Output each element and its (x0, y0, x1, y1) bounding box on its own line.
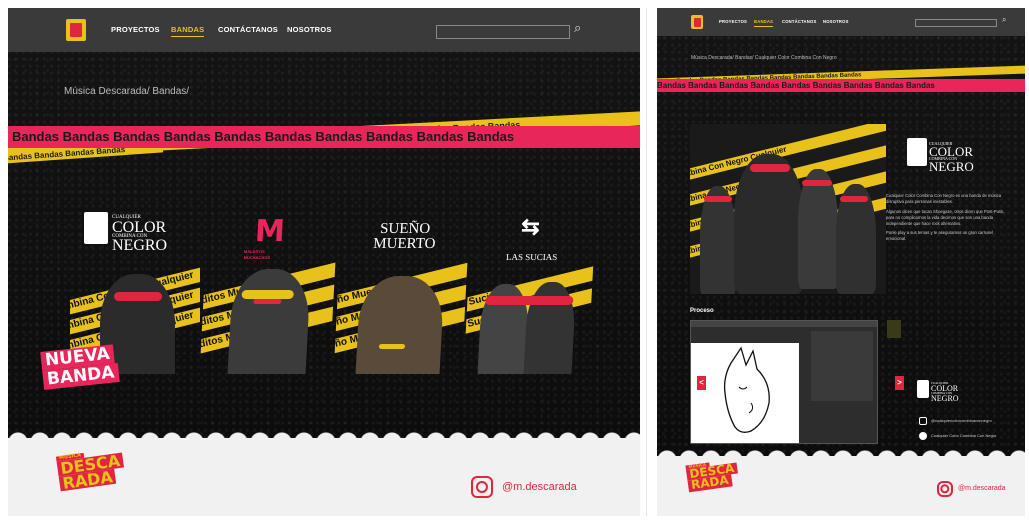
instagram-icon[interactable] (919, 417, 927, 425)
band-logo-line: MUERTO (372, 236, 436, 252)
footer: MÚSICA DESCA RADA @m.descarada (8, 428, 640, 516)
band-logo-line: NEGRO (112, 237, 168, 255)
band-detail-screen: PROYECTOS BANDAS CONTÁCTANOS NOSOTROS ⌕ … (657, 8, 1025, 516)
top-nav: PROYECTOS BANDAS CONTÁCTANOS NOSOTROS ⌕ (657, 8, 1025, 36)
band-hero-photo: Combina Con Negro Cualquier Combina Con … (690, 124, 886, 294)
footer-logo[interactable]: MÚSICA DESCA RADA (685, 459, 739, 492)
nav-bandas[interactable]: BANDAS (754, 19, 774, 27)
band-member (798, 169, 838, 289)
nav-bandas[interactable]: BANDAS (171, 25, 205, 37)
top-nav: PROYECTOS BANDAS CONTÁCTANOS NOSOTROS ⌕ (8, 8, 640, 52)
nav-proyectos[interactable]: PROYECTOS (111, 25, 160, 34)
eye-censor-bar (378, 344, 406, 349)
band-logo-line: MALDITOS (243, 249, 265, 254)
amp-icon (917, 380, 929, 398)
eye-censor-bar (485, 296, 574, 305)
eye-censor-bar (750, 164, 790, 172)
band-logo-line: COLOR (112, 218, 167, 236)
editor-toolbar (691, 321, 877, 327)
footer-logo[interactable]: MÚSICA DESCA RADA (55, 448, 126, 493)
nav-proyectos[interactable]: PROYECTOS (719, 19, 747, 24)
breadcrumb: Música Descarada/ Bandas/ Cualquier Colo… (691, 55, 837, 61)
nav-contactanos[interactable]: CONTÁCTANOS (218, 25, 278, 34)
band-description-paragraph: Ponle play a sus temas y te aseguramos u… (886, 230, 993, 242)
eye-censor-bar (114, 292, 162, 301)
search-input[interactable] (915, 19, 997, 27)
bandas-banner: Bandas Bandas Bandas Bandas Bandas Banda… (657, 79, 1025, 92)
spotify-icon[interactable] (919, 432, 927, 440)
band-instagram[interactable]: @cualquiercolorcombinaconnegro (931, 418, 992, 423)
bands-page-screen: PROYECTOS BANDAS CONTÁCTANOS NOSOTROS ⌕ … (8, 8, 640, 516)
carousel-next-button[interactable]: > (895, 376, 904, 390)
amp-icon (84, 212, 108, 244)
search-icon[interactable]: ⌕ (1002, 15, 1006, 25)
instagram-icon[interactable] (937, 481, 953, 497)
band-symbol-icon: ⇆ (520, 214, 541, 239)
instagram-icon[interactable] (471, 476, 493, 498)
breadcrumb: Música Descarada/ Bandas/ (64, 86, 190, 97)
instagram-handle[interactable]: @m.descarada (958, 485, 1006, 492)
eye-censor-bar (840, 196, 868, 202)
nav-nosotros[interactable]: NOSOTROS (287, 25, 332, 34)
band-logo-m: M (254, 214, 286, 249)
band-card-las-sucias[interactable]: Las Sucias Las Sucias ⇆ LAS SUCIAS (463, 204, 597, 374)
mockup-divider (646, 8, 647, 516)
search-input[interactable] (436, 25, 570, 39)
process-image (690, 320, 878, 444)
nav-nosotros[interactable]: NOSOTROS (823, 19, 849, 24)
bandas-banner: Bandas Bandas Bandas Bandas Bandas Banda… (8, 126, 640, 148)
editor-panel (811, 331, 873, 401)
thumbnail[interactable] (887, 320, 901, 338)
instagram-handle[interactable]: @m.descarada (502, 481, 577, 493)
band-member (700, 186, 736, 294)
search-icon[interactable]: ⌕ (574, 20, 581, 36)
band-logo: CUALQUIER COLOR COMBINA CON NEGRO (112, 215, 168, 255)
carousel-prev-button[interactable]: < (697, 376, 706, 390)
eye-censor-bar (253, 299, 282, 304)
band-description-paragraph: Algunos dicen que tocan Shoegaze, otros … (886, 208, 1005, 226)
band-logo-small: CUALQUIER COLOR COMBINA CON NEGRO (931, 382, 959, 403)
footer: MÚSICA DESCA RADA @m.descarada (657, 446, 1025, 516)
amp-icon (907, 138, 927, 166)
site-logo[interactable] (66, 19, 86, 41)
nav-contactanos[interactable]: CONTÁCTANOS (782, 19, 816, 24)
site-logo[interactable] (691, 15, 703, 29)
band-logo: CUALQUIER COLOR COMBINA CON NEGRO (929, 142, 974, 173)
eye-censor-bar (241, 290, 294, 299)
eye-censor-bar (802, 180, 832, 186)
band-logo-line: SUEÑO (379, 221, 431, 237)
band-card-sueno-muerto[interactable]: Sueño Muerto Sueño Muerto Sueño Muerto S… (333, 204, 471, 374)
footer-logo-line: RADA (687, 473, 733, 492)
band-description: Cualquier Color Combina Con Negro es una… (886, 193, 1006, 242)
band-photo (227, 269, 312, 374)
band-member (734, 154, 804, 294)
band-description-paragraph: Cualquier Color Combina Con Negro es una… (886, 193, 1002, 204)
sketch-drawing (723, 346, 770, 433)
band-logo-line: NEGRO (929, 158, 974, 174)
band-logo-line: NEGRO (931, 393, 959, 403)
new-band-badge: NUEVA BANDA (40, 344, 120, 390)
band-spotify[interactable]: Cualquier Color Combina Con Negro (931, 433, 996, 438)
sketch-canvas (691, 343, 799, 443)
eye-censor-bar (704, 196, 732, 202)
band-logo-line: MUCHACHOS (243, 255, 271, 260)
process-title: Proceso (690, 308, 714, 314)
band-card-malditos[interactable]: Malditos Muchachos Malditos Muchachos Ma… (199, 204, 339, 374)
band-logo: LAS SUCIAS (505, 252, 558, 262)
band-logo: SUEÑO MUERTO (340, 221, 470, 252)
